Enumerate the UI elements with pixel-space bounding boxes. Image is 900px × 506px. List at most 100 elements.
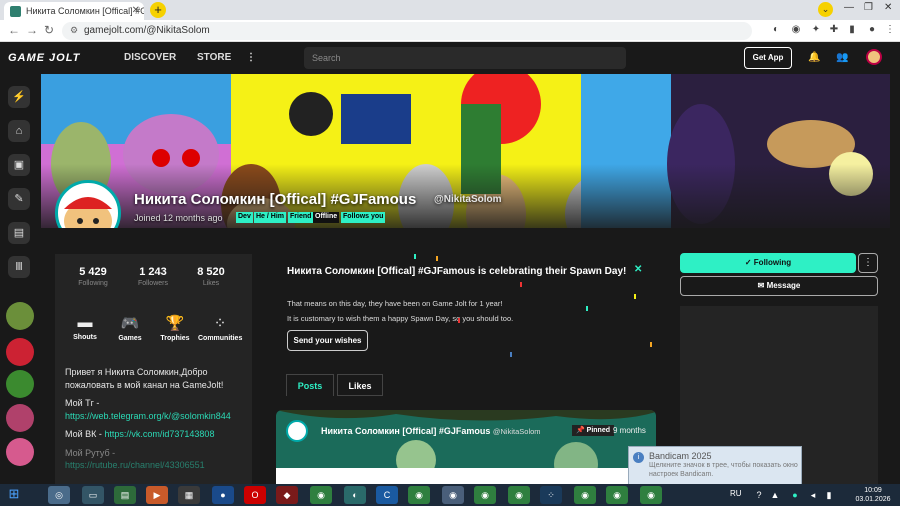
taskbar-app-icon[interactable]: ▤ bbox=[114, 486, 136, 504]
forward-icon[interactable]: → bbox=[26, 23, 38, 37]
search-input[interactable]: Search bbox=[304, 47, 626, 69]
activity-icon[interactable]: ⚡ bbox=[8, 86, 30, 108]
telegram-link[interactable]: https://web.telegram.org/k/@solomkin844 bbox=[65, 410, 245, 423]
store-link[interactable]: STORE bbox=[197, 52, 231, 63]
taskbar-app-icon[interactable]: ◆ bbox=[276, 486, 298, 504]
more-menu-icon[interactable]: ⋮ bbox=[246, 52, 256, 63]
bandicam-notification[interactable]: i Bandicam 2025 Щелкните значок в трее, … bbox=[628, 446, 802, 486]
community-avatar[interactable] bbox=[6, 370, 34, 398]
community-avatar[interactable] bbox=[6, 338, 34, 366]
shortcut-games[interactable]: 🎮 Games bbox=[108, 314, 152, 342]
reload-icon[interactable]: ↻ bbox=[44, 23, 54, 37]
backpack-icon[interactable]: ▣ bbox=[8, 154, 30, 176]
post-author-avatar[interactable] bbox=[286, 420, 308, 442]
tab-likes[interactable]: Likes bbox=[337, 374, 383, 396]
get-app-button[interactable]: Get App bbox=[744, 47, 792, 69]
taskbar-app-icon[interactable]: ◐ bbox=[344, 486, 366, 504]
extension-icon[interactable]: ✦ bbox=[810, 24, 822, 36]
post-author-name[interactable]: Никита Соломкин [Offical] #GJFamous bbox=[321, 426, 490, 436]
quests-icon[interactable]: ✎ bbox=[8, 188, 30, 210]
chrome-icon[interactable]: ◉ bbox=[574, 486, 596, 504]
confetti bbox=[650, 342, 652, 347]
sidepanel-icon[interactable]: ▮ bbox=[846, 24, 858, 36]
site-info-icon[interactable]: ⚙ bbox=[70, 25, 78, 36]
menu-icon[interactable]: ⋮ bbox=[884, 24, 896, 36]
user-avatar[interactable] bbox=[866, 49, 882, 65]
shortcut-trophies[interactable]: 🏆 Trophies bbox=[153, 314, 197, 342]
taskbar-app-icon[interactable]: ● bbox=[212, 486, 234, 504]
confetti bbox=[510, 352, 512, 357]
chrome-icon[interactable]: ◉ bbox=[408, 486, 430, 504]
minimize-icon[interactable]: — bbox=[844, 2, 854, 13]
volume-icon[interactable]: ◂ bbox=[806, 486, 820, 504]
chrome-icon[interactable]: ◉ bbox=[508, 486, 530, 504]
library-icon[interactable]: ▤ bbox=[8, 222, 30, 244]
taskbar-app-icon[interactable]: C bbox=[376, 486, 398, 504]
taskbar-app-icon[interactable]: ◎ bbox=[48, 486, 70, 504]
close-icon[interactable]: ✕ bbox=[634, 264, 642, 275]
tab-posts[interactable]: Posts bbox=[286, 374, 334, 396]
vk-link[interactable]: https://vk.com/id737143808 bbox=[104, 429, 214, 439]
more-options-icon[interactable]: ⋮ bbox=[858, 253, 878, 273]
address-bar[interactable]: ⚙ gamejolt.com/@NikitaSolom bbox=[62, 22, 752, 40]
rutube-link[interactable]: https://rutube.ru/channel/43306551 bbox=[65, 459, 245, 472]
post-author-handle: @NikitaSolom bbox=[492, 427, 541, 436]
help-icon[interactable]: ? bbox=[752, 486, 766, 504]
taskbar-app-icon[interactable]: ▦ bbox=[178, 486, 200, 504]
shortcut-label: Communities bbox=[198, 335, 243, 342]
opera-icon[interactable]: O bbox=[244, 486, 266, 504]
bio-vk-label: Мой ВК - bbox=[65, 429, 105, 439]
tag-offline: Offline bbox=[313, 212, 340, 223]
community-avatar[interactable] bbox=[6, 302, 34, 330]
shortcut-shouts[interactable]: ▬ Shouts bbox=[63, 314, 107, 341]
shortcut-communities[interactable]: ⁘ Communities bbox=[198, 314, 242, 342]
community-avatar[interactable] bbox=[6, 404, 34, 432]
extension-icon[interactable]: ◐ bbox=[770, 24, 782, 36]
extensions-puzzle-icon[interactable]: ✚ bbox=[828, 24, 840, 36]
stat-following[interactable]: 5 429 Following bbox=[63, 266, 123, 287]
message-button[interactable]: ✉ Message bbox=[680, 276, 878, 296]
discover-icon[interactable]: Ⅲ bbox=[8, 256, 30, 278]
friends-icon[interactable]: 👥 bbox=[836, 52, 848, 63]
community-avatar[interactable] bbox=[6, 438, 34, 466]
tab-search-button[interactable]: ⌄ bbox=[818, 2, 833, 17]
taskbar-app-icon[interactable]: ▶ bbox=[146, 486, 168, 504]
start-button[interactable]: ⊞ bbox=[4, 486, 24, 504]
chrome-icon[interactable]: ◉ bbox=[606, 486, 628, 504]
chrome-icon[interactable]: ◉ bbox=[442, 486, 464, 504]
post-card[interactable]: Никита Соломкин [Offical] #GJFamous @Nik… bbox=[276, 410, 656, 484]
profile-icon[interactable]: ● bbox=[866, 24, 878, 36]
gamejolt-logo[interactable]: GAME JOLT bbox=[8, 52, 80, 64]
send-wishes-button[interactable]: Send your wishes bbox=[287, 330, 368, 351]
new-tab-button[interactable]: + bbox=[150, 2, 166, 18]
taskbar-app-icon[interactable]: ▭ bbox=[82, 486, 104, 504]
language-indicator[interactable]: RU bbox=[730, 489, 742, 498]
shouts-icon: ▬ bbox=[77, 314, 93, 331]
chrome-icon[interactable]: ◉ bbox=[310, 486, 332, 504]
maximize-icon[interactable]: ❐ bbox=[864, 2, 873, 13]
extension-icon[interactable]: ◉ bbox=[790, 24, 802, 36]
browser-tab[interactable]: Никита Соломкин [Offical] #GJ... ✕ bbox=[4, 2, 144, 20]
tray-icon[interactable]: ▲ bbox=[768, 486, 782, 504]
chrome-icon[interactable]: ◉ bbox=[640, 486, 662, 504]
discover-link[interactable]: DISCOVER bbox=[124, 52, 176, 63]
back-icon[interactable]: ← bbox=[8, 23, 20, 37]
close-tab-icon[interactable]: ✕ bbox=[132, 5, 140, 16]
taskbar-app-icon[interactable]: ⁘ bbox=[540, 486, 562, 504]
stat-likes[interactable]: 8 520 Likes bbox=[181, 266, 241, 287]
system-clock[interactable]: 10:09 03.01.2026 bbox=[850, 486, 896, 504]
post-header-art bbox=[276, 410, 656, 468]
following-button[interactable]: ✓ Following bbox=[680, 253, 856, 273]
chrome-icon[interactable]: ◉ bbox=[474, 486, 496, 504]
tag-follows-you: Follows you bbox=[341, 212, 386, 223]
info-icon: i bbox=[633, 452, 644, 463]
stat-followers[interactable]: 1 243 Followers bbox=[123, 266, 183, 287]
bell-icon[interactable]: 🔔 bbox=[808, 52, 820, 63]
profile-handle: @NikitaSolom bbox=[434, 194, 502, 205]
store-icon[interactable]: ⌂ bbox=[8, 120, 30, 142]
bandicam-tray-icon[interactable]: ● bbox=[788, 486, 802, 504]
communities-icon: ⁘ bbox=[213, 315, 227, 332]
close-window-icon[interactable]: ✕ bbox=[884, 2, 892, 13]
notification-title: Bandicam 2025 bbox=[649, 451, 712, 461]
network-icon[interactable]: ▮ bbox=[822, 486, 836, 504]
